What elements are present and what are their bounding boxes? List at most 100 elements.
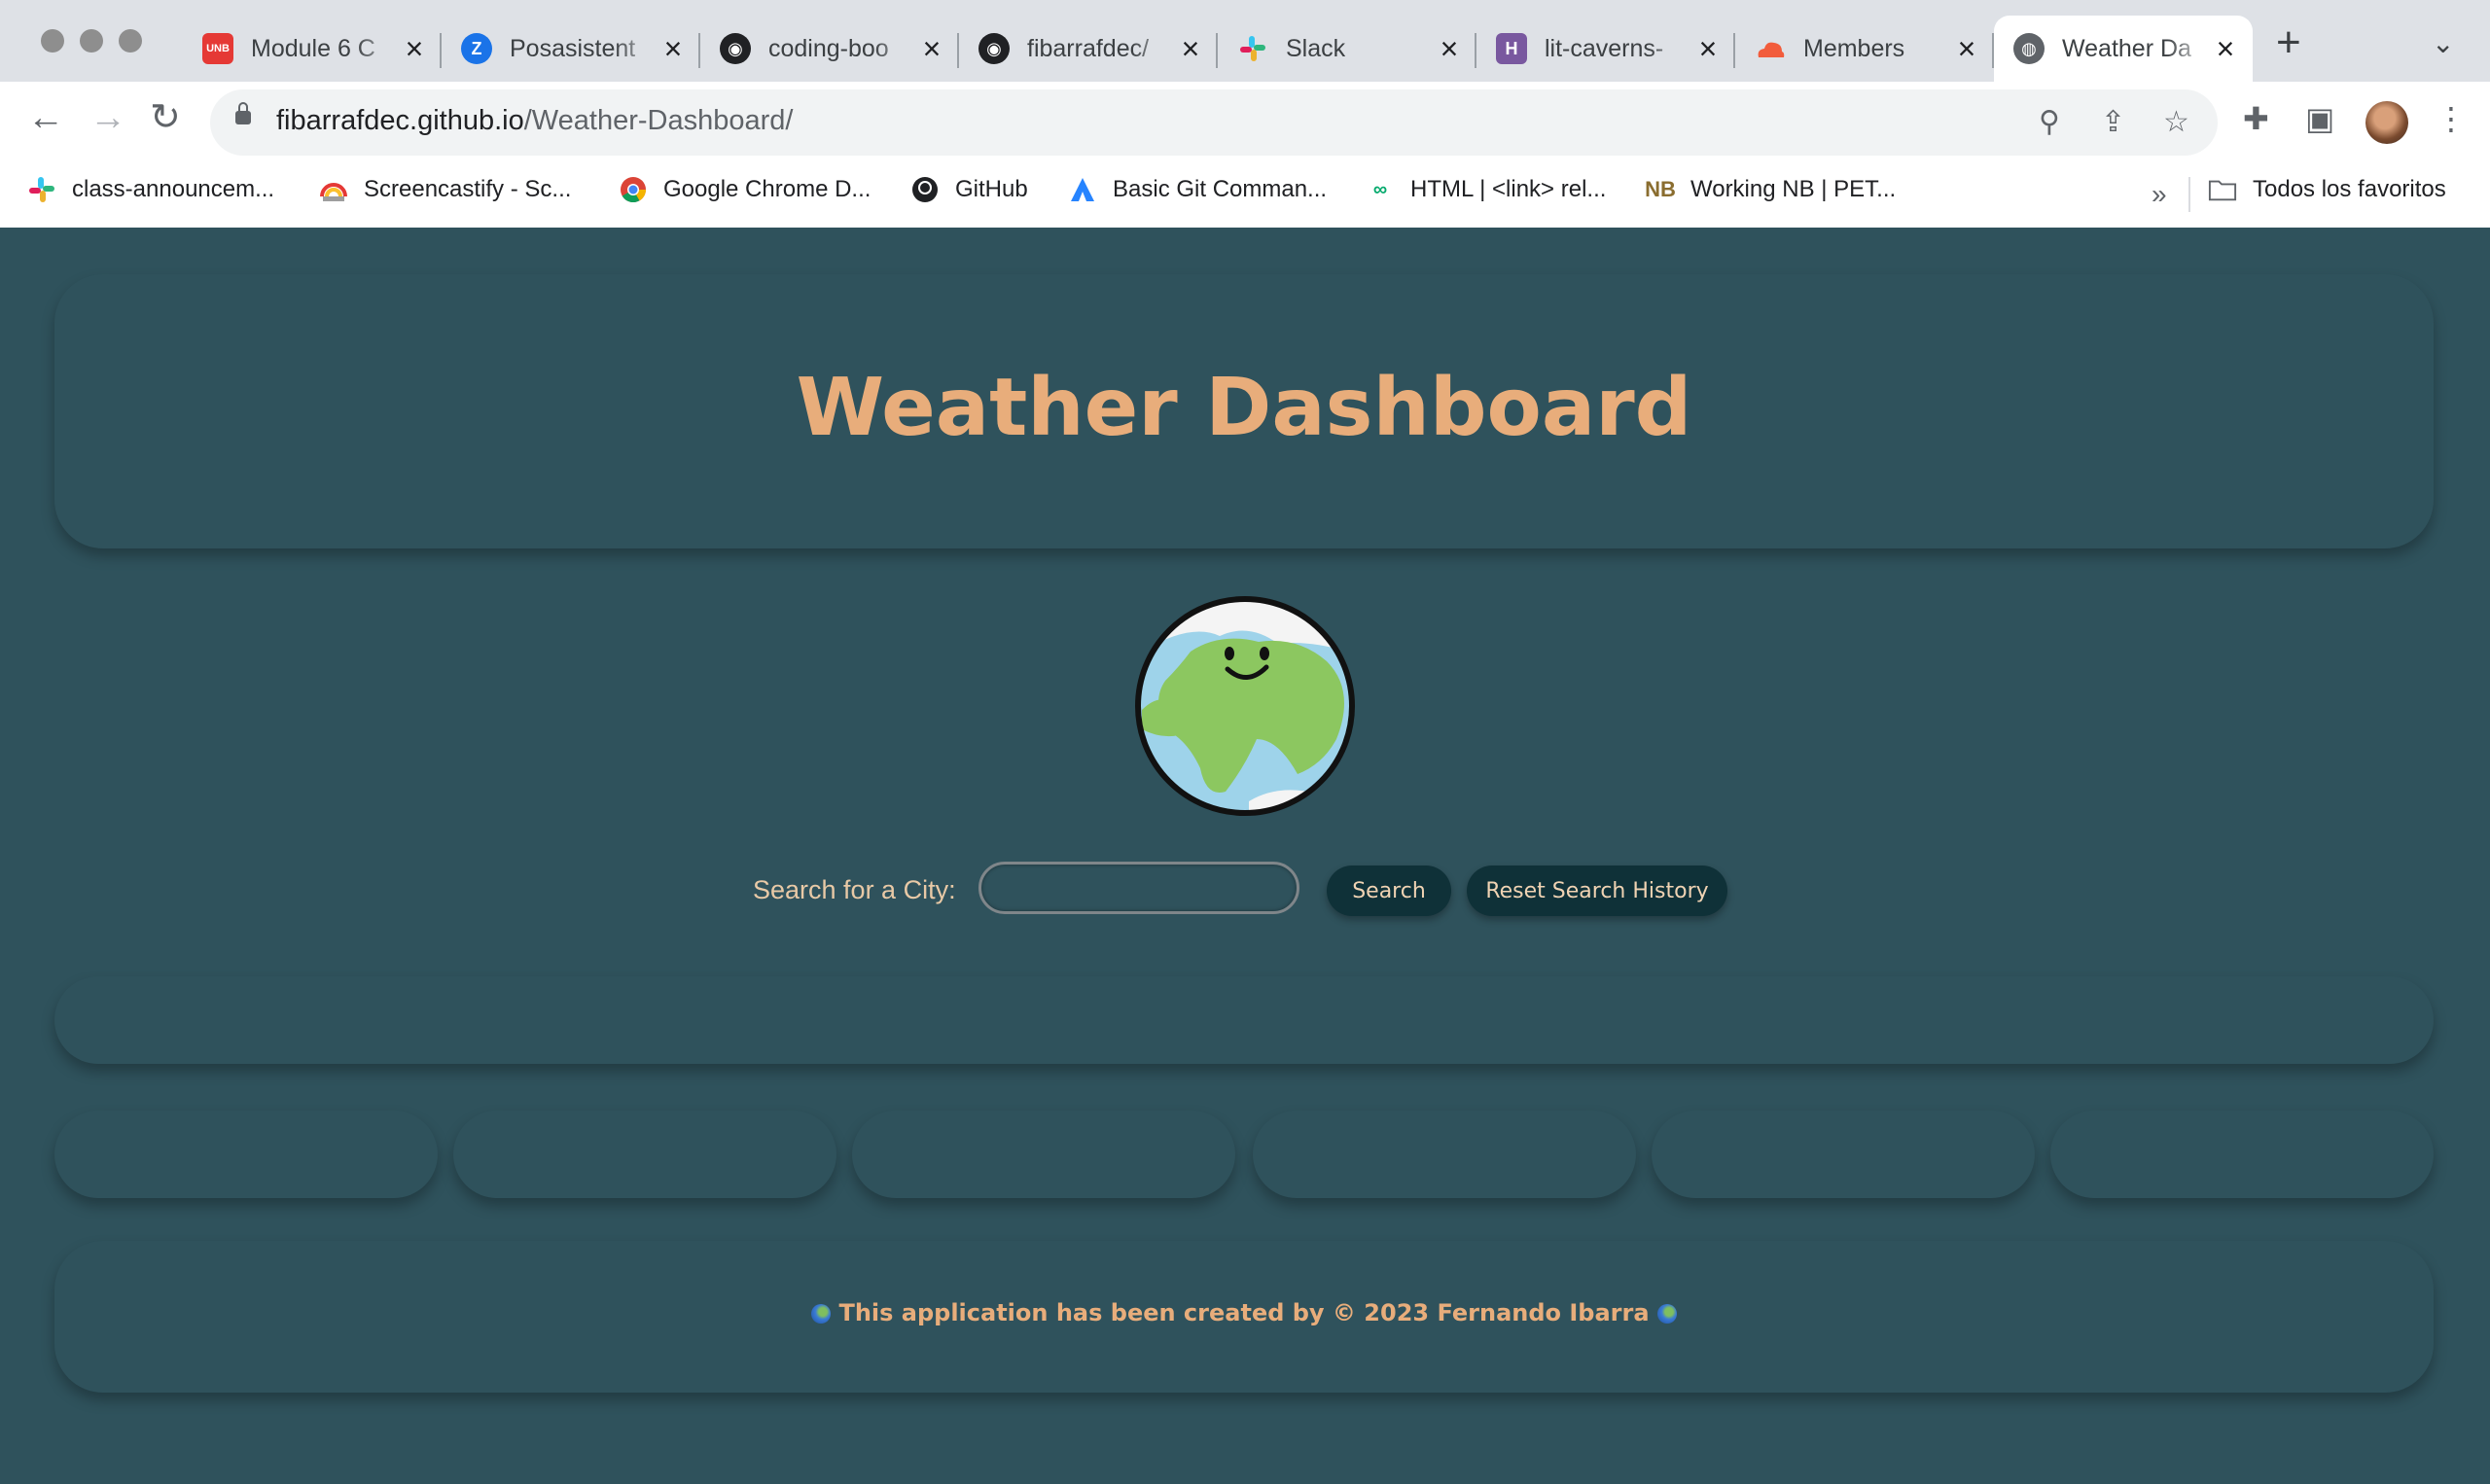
close-window-button[interactable]	[41, 29, 64, 53]
tab-members[interactable]: Members ×	[1735, 16, 1994, 82]
forecast-card	[54, 1111, 438, 1198]
globe-icon: ◍	[2013, 33, 2045, 64]
bookmark-label: Todos los favoritos	[2253, 176, 2446, 202]
github-icon	[910, 175, 940, 204]
address-bar[interactable]: fibarrafdec.github.io/Weather-Dashboard/…	[210, 89, 2218, 156]
minimize-window-button[interactable]	[80, 29, 103, 53]
forecast-card	[2050, 1111, 2434, 1198]
footer: This application has been created by © 2…	[54, 1299, 2434, 1326]
menu-icon[interactable]: ⋮	[2436, 103, 2467, 134]
bookmark-label: Screencastify - Sc...	[364, 176, 572, 202]
bookmarks-overflow-button[interactable]: »	[2152, 179, 2167, 210]
bookmark-label: Basic Git Comman...	[1113, 176, 1328, 202]
city-search-input[interactable]	[978, 862, 1299, 914]
bookmark-label: GitHub	[955, 176, 1028, 202]
chrome-icon	[619, 175, 648, 204]
tab-lit-caverns[interactable]: H lit-caverns- ×	[1476, 16, 1735, 82]
bookmark-github[interactable]: GitHub	[910, 175, 1028, 204]
chevron-down-icon[interactable]: ⌄	[2432, 27, 2454, 59]
url-path: /Weather-Dashboard/	[523, 105, 794, 136]
share-icon[interactable]: ⇪	[2101, 105, 2125, 139]
tab-module-6[interactable]: UNB Module 6 C ×	[183, 16, 442, 82]
github-icon: ◉	[720, 33, 751, 64]
tab-title: Members	[1803, 34, 1905, 62]
close-icon[interactable]: ×	[659, 33, 687, 64]
w3-icon: ∞	[1372, 178, 1388, 200]
close-icon[interactable]: ×	[2212, 33, 2239, 64]
zoom-icon[interactable]: ⚲	[2039, 105, 2060, 139]
bookmarks-bar: class-announcem... Screencastify - Sc...…	[0, 163, 2490, 229]
slack-icon	[27, 175, 56, 204]
close-icon[interactable]: ×	[918, 33, 945, 64]
zoom-window-button[interactable]	[119, 29, 142, 53]
slack-icon	[1237, 33, 1268, 64]
current-weather-card	[54, 976, 2434, 1064]
close-icon[interactable]: ×	[1177, 33, 1204, 64]
tab-fibarrafdec[interactable]: ◉ fibarrafdec/ ×	[959, 16, 1218, 82]
tab-weather-dashboard[interactable]: ◍ Weather Da ×	[1994, 16, 2253, 82]
atlassian-icon	[1068, 175, 1097, 204]
back-icon[interactable]: ←	[27, 99, 64, 136]
z-icon: Z	[461, 33, 492, 64]
bookmark-screencastify[interactable]: Screencastify - Sc...	[319, 175, 571, 204]
browser-toolbar: ← → ↻ fibarrafdec.github.io/Weather-Dash…	[0, 82, 2490, 163]
tab-title: fibarrafdec/	[1027, 34, 1150, 62]
search-label: Search for a City:	[753, 875, 956, 904]
forecast-card	[1253, 1111, 1636, 1198]
bookmark-label: Google Chrome D...	[663, 176, 872, 202]
side-panel-icon[interactable]: ▣	[2305, 103, 2334, 134]
forecast-card	[852, 1111, 1235, 1198]
smiling-earth-icon	[1135, 596, 1355, 816]
footer-credit: This application has been created by © 2…	[838, 1299, 1650, 1326]
close-icon[interactable]: ×	[1436, 33, 1463, 64]
all-bookmarks-folder[interactable]: Todos los favoritos	[2208, 175, 2446, 204]
page-title: Weather Dashboard	[796, 362, 1692, 454]
bookmark-basic-git[interactable]: Basic Git Comman...	[1068, 175, 1327, 204]
bookmark-google-chrome[interactable]: Google Chrome D...	[619, 175, 871, 204]
folder-icon	[2208, 175, 2237, 204]
extensions-icon[interactable]: ✚	[2243, 103, 2269, 134]
lock-icon	[235, 102, 251, 124]
avatar[interactable]	[2366, 101, 2408, 144]
search-button[interactable]: Search	[1327, 866, 1451, 916]
url-text[interactable]: fibarrafdec.github.io/Weather-Dashboard/	[276, 105, 793, 137]
bookmark-label: Working NB | PET...	[1690, 176, 1897, 202]
bookmark-label: class-announcem...	[72, 176, 275, 202]
close-icon[interactable]: ×	[1953, 33, 1980, 64]
nb-icon: NB	[1645, 177, 1676, 201]
search-form: Search for a City: Search Reset Search H…	[0, 862, 2490, 920]
footer-card: This application has been created by © 2…	[54, 1241, 2434, 1393]
rainbow-icon	[319, 175, 348, 204]
header-card: Weather Dashboard	[54, 274, 2434, 548]
reload-icon[interactable]: ↻	[150, 99, 181, 136]
bookmark-working-nb[interactable]: NB Working NB | PET...	[1645, 175, 1897, 204]
forward-icon[interactable]: →	[89, 99, 126, 136]
bookmark-label: HTML | <link> rel...	[1410, 176, 1607, 202]
unb-icon: UNB	[202, 33, 233, 64]
new-tab-button[interactable]: +	[2276, 21, 2301, 64]
github-icon: ◉	[978, 33, 1010, 64]
tab-coding-boo[interactable]: ◉ coding-boo ×	[700, 16, 959, 82]
earth-icon	[1656, 1304, 1677, 1324]
tab-title: Posasistent	[510, 34, 636, 62]
tab-title: lit-caverns-	[1545, 34, 1664, 62]
cloud-icon	[1755, 33, 1786, 64]
bookmark-html-link[interactable]: ∞ HTML | <link> rel...	[1366, 175, 1607, 204]
tab-title: Module 6 C	[251, 34, 375, 62]
tab-slack[interactable]: Slack ×	[1218, 16, 1476, 82]
tab-title: coding-boo	[768, 34, 889, 62]
reset-search-history-button[interactable]: Reset Search History	[1467, 866, 1727, 916]
tab-posasistent[interactable]: Z Posasistent ×	[442, 16, 700, 82]
bookmark-class-announcements[interactable]: class-announcem...	[27, 175, 274, 204]
tab-strip: UNB Module 6 C × Z Posasistent × ◉ codin…	[0, 0, 2490, 82]
tab-title: Slack	[1286, 34, 1346, 62]
forecast-card	[453, 1111, 836, 1198]
forecast-card	[1652, 1111, 2035, 1198]
close-icon[interactable]: ×	[401, 33, 428, 64]
page-content: Weather Dashboard Search for a City: Sea…	[0, 228, 2490, 1484]
heroku-icon: H	[1496, 33, 1527, 64]
close-icon[interactable]: ×	[1694, 33, 1722, 64]
tab-title: Weather Da	[2062, 34, 2191, 62]
star-icon[interactable]: ☆	[2163, 105, 2189, 139]
earth-icon	[811, 1304, 832, 1324]
